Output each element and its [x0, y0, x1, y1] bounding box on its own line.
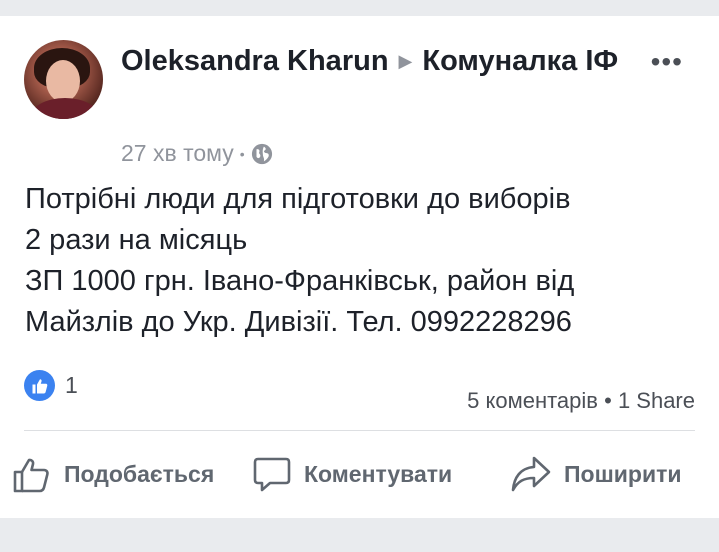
- post-text-line: Потрібні люди для підготовки до виборів: [25, 183, 571, 215]
- share-button-label: Поширити: [564, 460, 682, 487]
- share-button[interactable]: Поширити: [510, 454, 681, 494]
- reaction-summary[interactable]: 1: [24, 370, 78, 401]
- post-card: Oleksandra Kharun ▶ Комуналка ІФ ••• 27 хв…: [0, 16, 719, 518]
- shares-count[interactable]: 1 Share: [618, 388, 695, 413]
- avatar-face: [46, 60, 80, 102]
- like-button-label: Подобається: [64, 460, 215, 487]
- post-text-line: ЗП 1000 грн. Івано-Франківськ, район від: [25, 265, 575, 297]
- post-time[interactable]: 27 хв тому: [121, 140, 234, 167]
- comment-button[interactable]: Коментувати: [252, 454, 452, 494]
- author-name[interactable]: Oleksandra Kharun: [121, 45, 389, 77]
- more-options-icon[interactable]: •••: [651, 48, 683, 76]
- comment-icon: [253, 457, 291, 492]
- like-count: 1: [65, 372, 78, 398]
- post-text-line: Майзлів до Укр. Дивізії. Тел. 0992228296: [25, 306, 572, 338]
- like-button[interactable]: Подобається: [12, 454, 214, 494]
- post-meta: 27 хв тому •: [121, 140, 273, 167]
- comments-count[interactable]: 5 коментарів: [467, 388, 598, 413]
- divider: [24, 430, 695, 431]
- like-reaction-icon: [24, 370, 55, 401]
- engagement-counts: 5 коментарів • 1 Share: [467, 388, 695, 414]
- avatar[interactable]: [24, 40, 103, 119]
- comment-button-label: Коментувати: [304, 460, 453, 487]
- post-text: Потрібні люди для підготовки до виборів …: [25, 179, 705, 343]
- arrow-right-icon: ▶: [398, 51, 413, 71]
- post-text-line: 2 рази на місяць: [25, 224, 248, 256]
- post-header: Oleksandra Kharun ▶ Комуналка ІФ: [121, 42, 621, 80]
- group-name[interactable]: Комуналка ІФ: [422, 45, 618, 77]
- share-icon: [511, 456, 551, 492]
- action-bar: Подобається Коментувати Поширити: [0, 454, 719, 514]
- meta-separator: •: [239, 145, 245, 162]
- globe-icon: [251, 143, 272, 164]
- thumbs-up-icon: [13, 458, 49, 493]
- counts-separator: •: [604, 388, 618, 413]
- avatar-shoulder: [30, 98, 100, 119]
